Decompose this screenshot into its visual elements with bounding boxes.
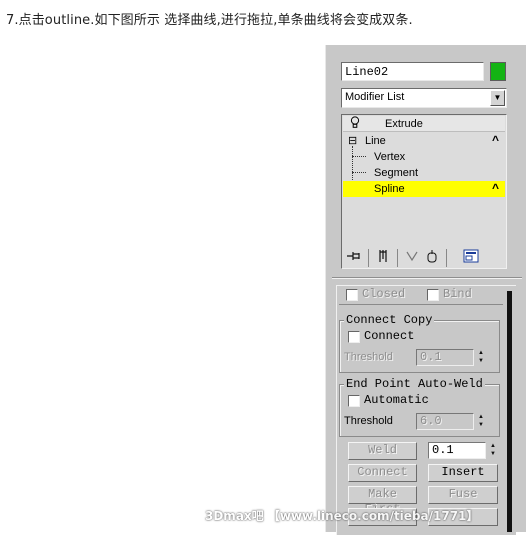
stack-subitem-spline[interactable]: Spline ^: [343, 181, 505, 197]
spinner-up-icon[interactable]: ▲: [476, 349, 486, 357]
configure-modifier-sets-icon[interactable]: [462, 249, 480, 267]
fuse-button[interactable]: Fuse: [428, 486, 498, 504]
toolbar-separator: [397, 249, 398, 267]
auto-weld-title: End Point Auto-Weld: [344, 377, 485, 391]
closed-label: Closed: [362, 287, 406, 301]
toolbar-separator: [368, 249, 369, 267]
closed-checkbox[interactable]: [346, 289, 358, 301]
stack-subitem-vertex[interactable]: Vertex: [343, 149, 505, 165]
segment-label: Segment: [374, 167, 419, 179]
bind-label: Bind: [443, 287, 472, 301]
connect-copy-group: Connect Copy Connect Threshold 0.1 ▲ ▼: [339, 313, 500, 373]
stack-toolbar: [341, 245, 507, 271]
spinner-down-icon[interactable]: ▼: [488, 450, 498, 458]
insert-button[interactable]: Insert: [428, 464, 498, 482]
spinner-down-icon[interactable]: ▼: [476, 421, 486, 429]
auto-weld-threshold-field[interactable]: 6.0: [416, 413, 474, 430]
connect-copy-title: Connect Copy: [344, 313, 435, 327]
tutorial-step-caption: 7.点击outline.如下图所示 选择曲线,进行拖拉,单条曲线将会变成双条.: [6, 13, 413, 28]
show-end-result-icon[interactable]: [374, 249, 392, 267]
extrude-label: Extrude: [385, 118, 423, 130]
make-first-button[interactable]: Make First: [348, 486, 417, 516]
modify-panel: Line02 Modifier List ▼ Extrude ⊟ Line ^ …: [325, 45, 526, 535]
connect-button[interactable]: Connect: [348, 464, 417, 482]
object-name-field[interactable]: Line02: [341, 62, 484, 81]
automatic-checkbox[interactable]: [348, 395, 360, 407]
watermark: 3Dmax吧 【www.lineco.com/tieba/1771】: [205, 509, 479, 523]
connect-checkbox[interactable]: [348, 331, 360, 343]
connect-threshold-field[interactable]: 0.1: [416, 349, 474, 366]
dropdown-arrow-icon[interactable]: ▼: [490, 90, 505, 106]
modifier-list-dropdown[interactable]: Modifier List ▼: [341, 88, 507, 108]
geometry-rollout: Closed Bind Connect Copy Connect Thresho…: [336, 285, 516, 535]
chevron-up-icon: ^: [491, 133, 499, 147]
auto-weld-threshold-label: Threshold: [344, 415, 393, 427]
stack-item-extrude[interactable]: Extrude: [343, 116, 505, 132]
remove-modifier-icon[interactable]: [423, 249, 441, 267]
panel-divider: [332, 277, 522, 279]
automatic-label: Automatic: [364, 393, 429, 407]
spinner-up-icon[interactable]: ▲: [488, 442, 498, 450]
end-point-auto-weld-group: End Point Auto-Weld Automatic Threshold …: [339, 377, 500, 437]
bind-checkbox[interactable]: [427, 289, 439, 301]
chevron-up-icon: ^: [491, 181, 499, 195]
stack-item-line[interactable]: ⊟ Line ^: [343, 133, 505, 149]
rollout-scrollbar[interactable]: [507, 291, 512, 532]
modifier-list-label: Modifier List: [345, 91, 405, 103]
vertex-label: Vertex: [374, 151, 406, 163]
connect-label: Connect: [364, 329, 415, 343]
spinner-up-icon[interactable]: ▲: [476, 413, 486, 421]
weld-threshold-field[interactable]: 0.1: [428, 442, 486, 459]
weld-button[interactable]: Weld: [348, 442, 417, 460]
stack-subitem-segment[interactable]: Segment: [343, 165, 505, 181]
pin-stack-icon[interactable]: [345, 249, 363, 267]
toolbar-separator: [446, 249, 447, 267]
line-label: Line: [365, 135, 386, 147]
connect-threshold-spinner[interactable]: ▲ ▼: [476, 349, 486, 366]
weld-threshold-spinner[interactable]: ▲ ▼: [488, 442, 498, 459]
auto-weld-threshold-spinner[interactable]: ▲ ▼: [476, 413, 486, 430]
group-bottom-edge: [339, 304, 503, 305]
connect-threshold-label: Threshold: [344, 351, 393, 363]
object-color-swatch[interactable]: [490, 62, 506, 81]
make-unique-icon[interactable]: [403, 249, 421, 267]
spinner-down-icon[interactable]: ▼: [476, 357, 486, 365]
spline-label: Spline: [374, 183, 405, 195]
